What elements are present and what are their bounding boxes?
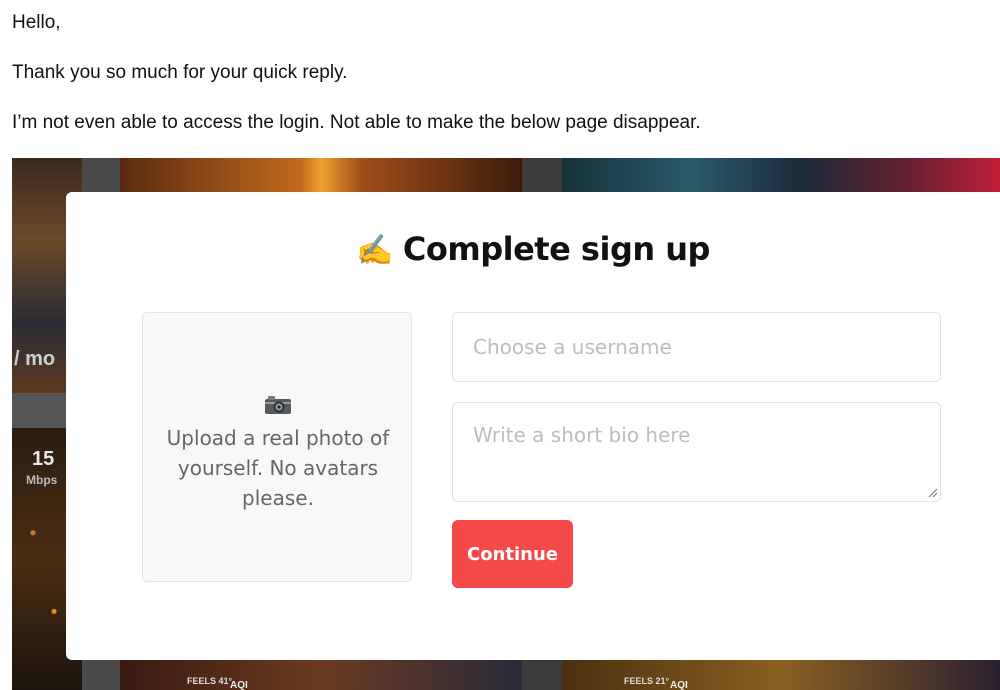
bg-feels-left: FEELS 41°: [187, 676, 233, 686]
writing-hand-icon: ✍️: [356, 233, 393, 268]
continue-button[interactable]: Continue: [452, 520, 573, 588]
camera-icon: [265, 396, 291, 414]
email-line-thanks: Thank you so much for your quick reply.: [12, 62, 348, 83]
bio-textarea[interactable]: [452, 402, 941, 502]
bg-price-fragment: / mo: [14, 348, 56, 370]
bg-feels-right: FEELS 21°: [624, 676, 670, 686]
bg-aqi-right: AQI: [670, 680, 688, 690]
resize-handle-icon[interactable]: [928, 488, 938, 498]
bg-speed-unit: Mbps: [26, 473, 58, 487]
modal-title: ✍️ Complete sign up: [66, 230, 1000, 268]
photo-upload-dropzone[interactable]: Upload a real photo of yourself. No avat…: [142, 312, 412, 582]
signup-modal: ✍️ Complete sign up Upload a real photo o…: [66, 192, 1000, 660]
upload-instructions: Upload a real photo of yourself. No avat…: [166, 426, 390, 510]
email-greeting: Hello,: [12, 12, 61, 33]
modal-title-text: Complete sign up: [402, 230, 711, 268]
bg-speed-value: 15: [32, 448, 55, 470]
bg-aqi-left: AQI: [230, 680, 248, 690]
email-line-problem: I’m not even able to access the login. N…: [12, 112, 701, 133]
username-input[interactable]: [452, 312, 941, 382]
bg-photo-tile: [120, 658, 522, 690]
